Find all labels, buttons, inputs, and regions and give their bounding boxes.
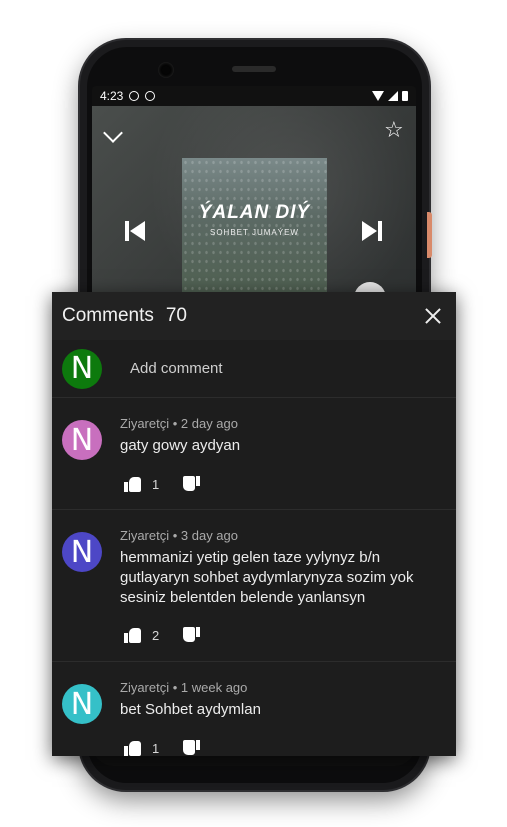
cover-title: ÝALAN DIÝ xyxy=(198,202,311,223)
comment-actions: 2 xyxy=(124,627,200,643)
comment-meta: Ziyaretçi • 3 day ago xyxy=(120,528,238,543)
skip-next-icon xyxy=(362,221,377,241)
next-track-button[interactable] xyxy=(362,220,386,242)
thumbs-up-icon[interactable] xyxy=(124,476,142,492)
comment-text: gaty gowy aydyan xyxy=(120,437,241,454)
comment-meta: Ziyaretçi • 1 week ago xyxy=(120,680,248,695)
close-icon[interactable] xyxy=(424,307,442,325)
star-icon[interactable]: ☆ xyxy=(384,118,404,143)
like-count: 1 xyxy=(152,740,160,756)
now-playing-player: ☆ ÝALAN DIÝ SOHBET JUMAÝEW xyxy=(92,106,416,314)
status-indicators xyxy=(372,91,408,101)
cover-subtitle: SOHBET JUMAÝEW xyxy=(210,228,299,237)
comment-text: hemmanizi yetip gelen taze yylynyz b/n g… xyxy=(120,549,414,606)
signal-icon xyxy=(388,91,398,101)
front-camera xyxy=(158,62,174,78)
comments-sheet: Comments 70 N Add comment N Ziyaretçi • … xyxy=(52,292,456,756)
add-comment-input[interactable]: Add comment xyxy=(130,360,223,377)
comment-text: bet Sohbet aydymlan xyxy=(120,701,261,718)
comment-item: N Ziyaretçi • 3 day ago hemmanizi yetip … xyxy=(52,510,456,662)
add-comment-row[interactable]: N Add comment xyxy=(52,340,456,398)
thumbs-down-icon[interactable] xyxy=(182,627,200,643)
phone-side-button xyxy=(427,212,432,258)
avatar: N xyxy=(62,420,102,460)
comment-actions: 1 xyxy=(124,476,200,492)
thumbs-up-icon[interactable] xyxy=(124,740,142,756)
comments-count: 70 xyxy=(165,305,187,326)
avatar: N xyxy=(62,532,102,572)
wifi-icon xyxy=(372,91,384,101)
previous-track-button[interactable] xyxy=(125,220,149,242)
comment-meta: Ziyaretçi • 2 day ago xyxy=(120,416,238,431)
like-count: 2 xyxy=(152,627,160,643)
earpiece-speaker xyxy=(232,66,276,72)
skip-previous-icon xyxy=(125,221,129,241)
thumbs-down-icon[interactable] xyxy=(182,476,200,492)
avatar: N xyxy=(62,684,102,724)
stage: 4:23 ☆ ÝALAN DIÝ SOHBET JUMAÝEW Comments… xyxy=(0,0,507,827)
thumbs-up-icon[interactable] xyxy=(124,627,142,643)
status-bar: 4:23 xyxy=(92,86,416,106)
comment-actions: 1 xyxy=(124,740,200,756)
status-time: 4:23 xyxy=(100,89,124,103)
avatar: N xyxy=(62,348,102,389)
notification-icon xyxy=(129,91,140,101)
thumbs-down-icon[interactable] xyxy=(182,740,200,756)
comment-item: N Ziyaretçi • 2 day ago gaty gowy aydyan… xyxy=(52,398,456,510)
comments-title: Comments xyxy=(62,305,154,326)
battery-icon xyxy=(402,91,408,101)
sync-icon xyxy=(145,91,156,101)
like-count: 1 xyxy=(152,476,160,492)
chevron-down-icon[interactable] xyxy=(103,123,123,143)
comment-item: N Ziyaretçi • 1 week ago bet Sohbet aydy… xyxy=(52,662,456,756)
album-cover: ÝALAN DIÝ SOHBET JUMAÝEW xyxy=(182,158,327,303)
comments-header: Comments 70 xyxy=(52,292,456,340)
